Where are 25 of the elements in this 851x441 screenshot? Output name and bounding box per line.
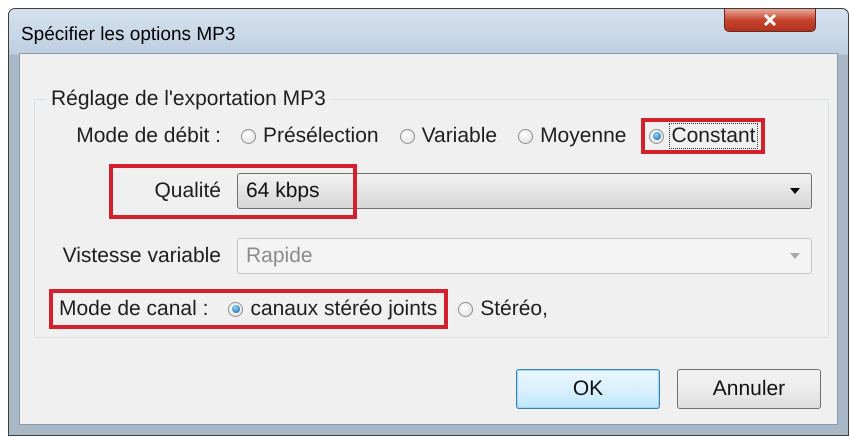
- radio-button[interactable]: [518, 128, 534, 144]
- dialog-button[interactable]: Annuler: [677, 369, 821, 409]
- dropdown-arrow-icon: [789, 187, 801, 195]
- radio-label: Moyenne: [539, 124, 628, 148]
- radio-button[interactable]: [241, 128, 256, 144]
- dropdown[interactable]: 64 kbps: [237, 173, 812, 209]
- dialog-button[interactable]: OK: [516, 369, 660, 409]
- field-label: Mode de débit :: [75, 124, 221, 148]
- close-icon: [763, 14, 777, 26]
- radio-button[interactable]: [400, 128, 415, 144]
- radio-label: Présélection: [262, 124, 380, 148]
- field-label: Mode de canal :: [59, 297, 208, 321]
- window-title: Spécifier les options MP3: [20, 24, 236, 46]
- radio-button[interactable]: [458, 302, 474, 316]
- group-title: Réglage de l'exportation MP3: [50, 87, 327, 111]
- dropdown-arrow-icon: [789, 252, 801, 260]
- close-button[interactable]: [724, 9, 816, 32]
- radio-label: Stéréo,: [479, 297, 549, 321]
- radio-label: Constant: [670, 124, 757, 148]
- radio-label: Variable: [420, 124, 498, 148]
- field-label: Vistesse variable: [62, 244, 221, 268]
- radio-button[interactable]: [228, 302, 244, 316]
- radio-label: canaux stéréo joints: [249, 297, 438, 321]
- field-label: Qualité: [153, 179, 221, 203]
- radio-button[interactable]: [649, 128, 664, 144]
